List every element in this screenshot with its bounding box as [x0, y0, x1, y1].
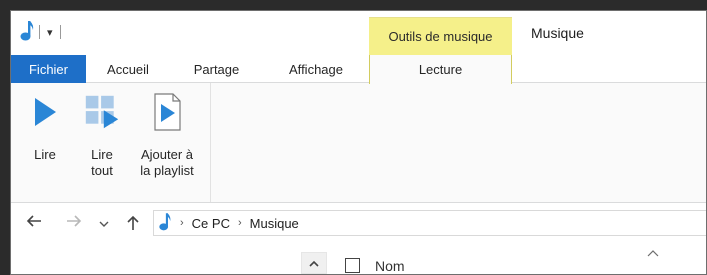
- sort-ascending-icon: [647, 246, 659, 260]
- play-all-label-line2: tout: [91, 163, 113, 178]
- quick-access-toolbar: ▾: [19, 17, 61, 47]
- play-button-label: Lire: [34, 147, 56, 162]
- play-all-button-label: Lire tout: [91, 147, 113, 179]
- recent-locations-chevron-icon[interactable]: [99, 217, 109, 233]
- tab-accueil[interactable]: Accueil: [86, 55, 170, 83]
- play-icon: [27, 91, 63, 133]
- breadcrumb-musique[interactable]: Musique: [250, 216, 299, 231]
- address-bar[interactable]: › Ce PC › Musique: [153, 210, 706, 236]
- window-title: Musique: [531, 25, 584, 41]
- play-all-icon: [84, 91, 120, 133]
- playlist-document-icon: [149, 91, 185, 133]
- select-all-checkbox[interactable]: [345, 258, 360, 273]
- play-all-label-line1: Lire: [91, 147, 113, 162]
- tab-partage[interactable]: Partage: [170, 55, 263, 83]
- collapse-chevron-icon[interactable]: [301, 252, 327, 274]
- add-to-playlist-label-line1: Ajouter à: [140, 147, 194, 162]
- play-button[interactable]: Lire: [25, 91, 65, 163]
- add-to-playlist-label: Ajouter à la playlist: [140, 147, 193, 179]
- tab-fichier[interactable]: Fichier: [11, 55, 86, 83]
- tab-affichage[interactable]: Affichage: [263, 55, 369, 83]
- play-all-button[interactable]: Lire tout: [81, 91, 123, 179]
- breadcrumb-ce-pc[interactable]: Ce PC: [192, 216, 230, 231]
- breadcrumb-chevron-icon[interactable]: ›: [238, 217, 242, 229]
- customize-toolbar-dropdown[interactable]: ▾: [44, 26, 56, 39]
- file-list-header: Nom: [11, 242, 706, 274]
- music-folder-icon: [158, 212, 172, 235]
- toolbar-separator: [59, 25, 61, 39]
- add-to-playlist-label-line2: la playlist: [140, 163, 194, 178]
- ribbon-tab-row: Fichier Accueil Partage Affichage Lectur…: [11, 55, 706, 84]
- toolbar-separator: [39, 25, 40, 39]
- ribbon-panel: Lire Lire tout Ajouter à la playlist: [11, 83, 706, 203]
- up-arrow-icon[interactable]: [126, 214, 140, 236]
- forward-arrow-icon[interactable]: [65, 214, 83, 232]
- tab-lecture[interactable]: Lecture: [369, 55, 512, 84]
- explorer-window: ▾ Outils de musique Musique Fichier Accu…: [10, 10, 707, 275]
- back-arrow-icon[interactable]: [25, 214, 43, 232]
- music-tools-contextual-tab: Outils de musique: [369, 17, 512, 55]
- breadcrumb-chevron-icon[interactable]: ›: [180, 217, 184, 229]
- title-bar: ▾ Outils de musique Musique: [11, 11, 706, 55]
- music-note-icon: [19, 20, 35, 45]
- navigation-bar: › Ce PC › Musique: [11, 204, 706, 242]
- column-header-name[interactable]: Nom: [375, 258, 405, 274]
- ribbon-group-playback: Lire Lire tout Ajouter à la playlist: [11, 83, 211, 202]
- add-to-playlist-button[interactable]: Ajouter à la playlist: [131, 91, 203, 179]
